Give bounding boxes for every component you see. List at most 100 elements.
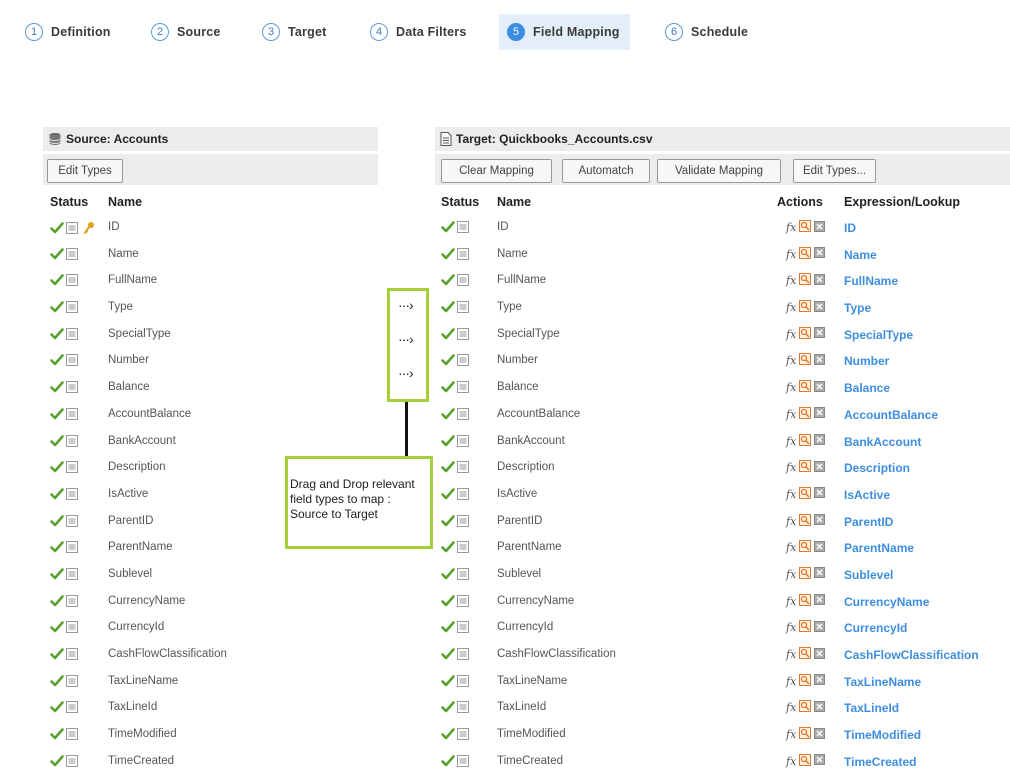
expression-fx-button[interactable]: fx (786, 221, 796, 234)
source-field-row[interactable]: TaxLineId (50, 695, 380, 722)
mapped-expression[interactable]: CurrencyName (844, 595, 929, 609)
lookup-icon[interactable] (799, 460, 812, 475)
expression-fx-button[interactable]: fx (786, 515, 796, 528)
lookup-icon[interactable] (799, 593, 812, 609)
source-field-row[interactable]: TaxLineName (50, 669, 380, 696)
expression-fx-button[interactable]: fx (786, 408, 796, 421)
lookup-icon[interactable] (799, 380, 812, 395)
lookup-icon[interactable] (799, 620, 812, 635)
step-target[interactable]: 3 Target (262, 14, 336, 50)
lookup-icon[interactable] (799, 513, 812, 529)
source-field-row[interactable]: BankAccount (50, 429, 380, 456)
target-field-row[interactable]: Balance fx Balance (441, 375, 1010, 402)
mapped-expression[interactable]: ID (844, 221, 856, 235)
lookup-icon[interactable] (799, 220, 812, 235)
expression-fx-button[interactable]: fx (786, 541, 796, 554)
mapped-expression[interactable]: Name (844, 248, 877, 262)
lookup-icon[interactable] (799, 326, 812, 342)
clear-icon[interactable] (814, 353, 826, 368)
lookup-icon[interactable] (799, 273, 812, 288)
clear-icon[interactable] (814, 300, 826, 315)
source-field-row[interactable]: FullName (50, 268, 380, 295)
target-field-row[interactable]: CurrencyId fx CurrencyId (441, 615, 1010, 642)
expression-fx-button[interactable]: fx (786, 301, 796, 314)
target-field-row[interactable]: ParentName fx ParentName (441, 535, 1010, 562)
target-field-row[interactable]: BankAccount fx BankAccount (441, 429, 1010, 456)
step-schedule[interactable]: 6 Schedule (665, 14, 758, 50)
lookup-icon[interactable] (799, 753, 812, 769)
mapped-expression[interactable]: TaxLineId (844, 701, 899, 715)
expression-fx-button[interactable]: fx (786, 248, 796, 261)
lookup-icon[interactable] (799, 433, 812, 449)
clear-icon[interactable] (814, 594, 826, 608)
mapped-expression[interactable]: Description (844, 461, 910, 475)
mapped-expression[interactable]: IsActive (844, 488, 890, 502)
clear-icon[interactable] (814, 567, 826, 581)
mapped-expression[interactable]: Type (844, 301, 871, 315)
expression-fx-button[interactable]: fx (786, 675, 796, 688)
lookup-icon[interactable] (799, 647, 812, 662)
clear-icon[interactable] (814, 434, 826, 448)
source-field-row[interactable]: AccountBalance (50, 402, 380, 429)
clear-icon[interactable] (814, 273, 826, 288)
target-field-row[interactable]: TimeCreated fx TimeCreated (441, 749, 1010, 776)
lookup-icon[interactable] (799, 700, 812, 715)
mapped-expression[interactable]: CashFlowClassification (844, 648, 979, 662)
clear-icon[interactable] (814, 247, 826, 261)
target-edit-types-button[interactable]: Edit Types... (793, 159, 876, 183)
target-field-row[interactable]: Number fx Number (441, 348, 1010, 375)
clear-icon[interactable] (814, 700, 826, 715)
target-field-row[interactable]: TimeModified fx TimeModified (441, 722, 1010, 749)
source-edit-types-button[interactable]: Edit Types (47, 159, 123, 183)
clear-icon[interactable] (814, 460, 826, 475)
mapped-expression[interactable]: TimeModified (844, 728, 921, 742)
mapped-expression[interactable]: CurrencyId (844, 621, 907, 635)
mapped-expression[interactable]: ParentID (844, 515, 893, 529)
source-field-row[interactable]: TimeModified (50, 722, 380, 749)
mapped-expression[interactable]: Balance (844, 381, 890, 395)
source-field-row[interactable]: CashFlowClassification (50, 642, 380, 669)
lookup-icon[interactable] (799, 353, 812, 368)
mapped-expression[interactable]: BankAccount (844, 435, 921, 449)
target-field-row[interactable]: IsActive fx IsActive (441, 482, 1010, 509)
clear-mapping-button[interactable]: Clear Mapping (441, 159, 552, 183)
lookup-icon[interactable] (799, 406, 812, 422)
mapped-expression[interactable]: ParentName (844, 541, 914, 555)
automatch-button[interactable]: Automatch (562, 159, 650, 183)
clear-icon[interactable] (814, 754, 826, 768)
expression-fx-button[interactable]: fx (786, 648, 796, 661)
validate-mapping-button[interactable]: Validate Mapping (657, 159, 781, 183)
target-field-row[interactable]: FullName fx FullName (441, 268, 1010, 295)
lookup-icon[interactable] (799, 727, 812, 742)
lookup-icon[interactable] (799, 246, 812, 262)
step-definition[interactable]: 1 Definition (25, 14, 121, 50)
clear-icon[interactable] (814, 407, 826, 421)
expression-fx-button[interactable]: fx (786, 488, 796, 501)
expression-fx-button[interactable]: fx (786, 354, 796, 367)
source-field-row[interactable]: ID (50, 215, 380, 242)
expression-fx-button[interactable]: fx (786, 328, 796, 341)
clear-icon[interactable] (814, 220, 826, 235)
clear-icon[interactable] (814, 674, 826, 688)
source-field-row[interactable]: Number (50, 348, 380, 375)
clear-icon[interactable] (814, 327, 826, 341)
clear-icon[interactable] (814, 380, 826, 395)
mapped-expression[interactable]: Sublevel (844, 568, 893, 582)
source-field-row[interactable]: Balance (50, 375, 380, 402)
clear-icon[interactable] (814, 727, 826, 742)
source-field-row[interactable]: TimeCreated (50, 749, 380, 776)
step-source[interactable]: 2 Source (151, 14, 231, 50)
target-field-row[interactable]: Name fx Name (441, 242, 1010, 269)
expression-fx-button[interactable]: fx (786, 728, 796, 741)
expression-fx-button[interactable]: fx (786, 461, 796, 474)
target-field-row[interactable]: AccountBalance fx AccountBalance (441, 402, 1010, 429)
clear-icon[interactable] (814, 620, 826, 635)
expression-fx-button[interactable]: fx (786, 701, 796, 714)
target-field-row[interactable]: CurrencyName fx CurrencyName (441, 589, 1010, 616)
target-field-row[interactable]: Description fx Description (441, 455, 1010, 482)
clear-icon[interactable] (814, 514, 826, 528)
expression-fx-button[interactable]: fx (786, 568, 796, 581)
target-field-row[interactable]: Sublevel fx Sublevel (441, 562, 1010, 589)
lookup-icon[interactable] (799, 486, 812, 502)
target-field-row[interactable]: TaxLineId fx TaxLineId (441, 695, 1010, 722)
